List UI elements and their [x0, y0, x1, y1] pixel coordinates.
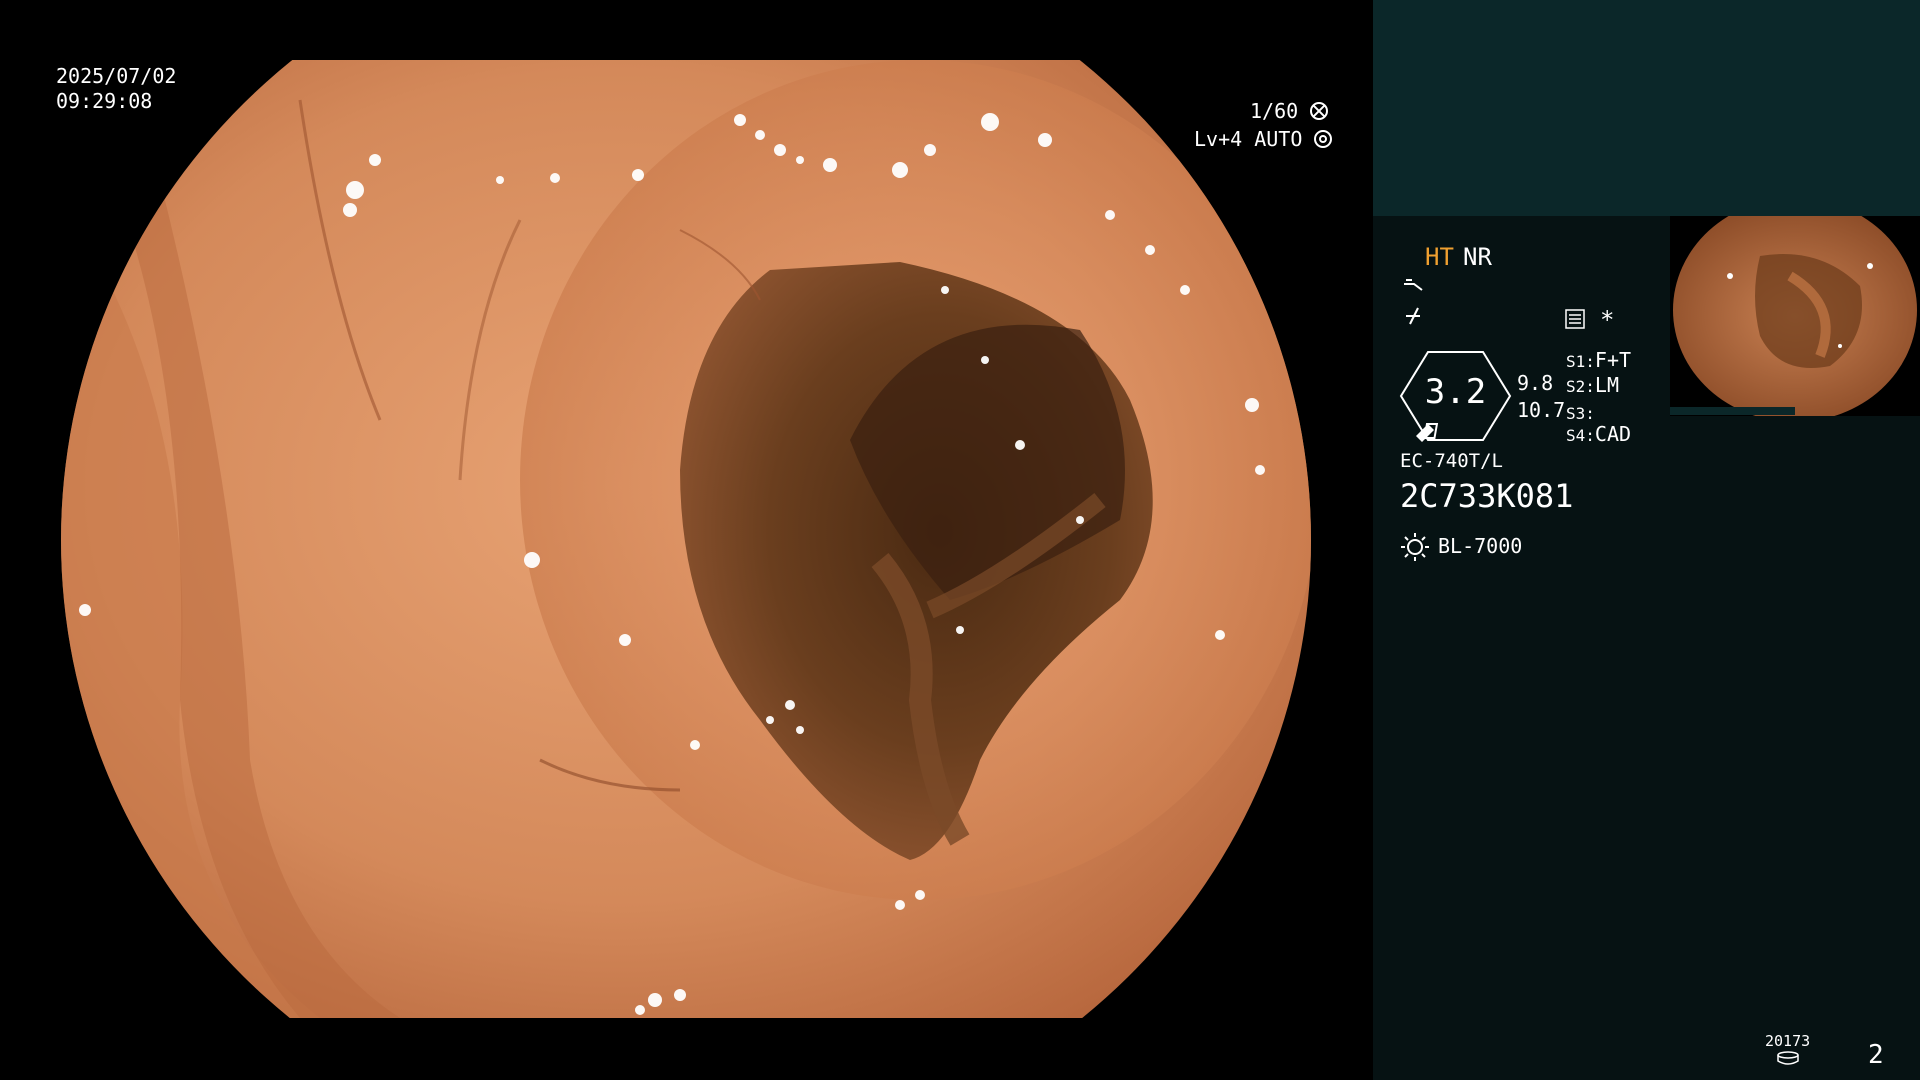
exposure-mode: AUTO [1254, 127, 1303, 151]
s2-value: LM [1594, 373, 1619, 397]
shutter-icon [1310, 102, 1329, 120]
thumbnail-preview[interactable] [1670, 216, 1920, 416]
value-lower: 10.7 [1517, 398, 1566, 422]
s1-label: S1: [1566, 352, 1595, 371]
s4-row: S4:CAD [1566, 422, 1631, 446]
shutter-speed: 1/60 [1250, 99, 1329, 123]
overlay-time: 09:29:08 [56, 89, 153, 113]
endoscope-view [0, 0, 1370, 1080]
thumbnail-bar [1670, 407, 1795, 415]
value-upper: 9.8 [1517, 371, 1554, 395]
settings-list-icon [1565, 309, 1585, 329]
s3-row: S3: [1566, 400, 1595, 424]
s3-label: S3: [1566, 404, 1595, 423]
light-source-icon [1400, 532, 1430, 562]
zoom-value: 3.2 [1424, 372, 1487, 412]
s2-label: S2: [1566, 377, 1595, 396]
info-panel-header [1373, 0, 1920, 216]
s4-value: CAD [1594, 422, 1632, 446]
endoscope-image [61, 60, 1311, 1018]
s1-row: S1:F+T [1566, 348, 1631, 372]
auto-exposure-icon [1314, 130, 1333, 148]
s2-row: S2:LM [1566, 373, 1619, 397]
nr-indicator: NR [1463, 243, 1492, 271]
shutter-speed-value: 1/60 [1250, 99, 1299, 123]
flex-icon [1402, 306, 1426, 326]
storage-icon [1776, 1050, 1800, 1065]
scope-tip-icon [1402, 278, 1426, 296]
scope-serial: 2C733K081 [1400, 477, 1574, 515]
thumbnail-image [1673, 216, 1917, 416]
asterisk-indicator: * [1600, 306, 1615, 334]
s1-value: F+T [1594, 348, 1632, 372]
exposure-level: Lv+4 AUTO [1194, 127, 1333, 151]
scope-model: EC-740T/L [1400, 450, 1503, 472]
exposure-level-value: Lv+4 [1194, 127, 1243, 151]
storage-counter: 20173 [1765, 1032, 1811, 1050]
page-number: 2 [1868, 1040, 1884, 1070]
zoom-indicator: 3.2 [1398, 350, 1513, 442]
light-source-model: BL-7000 [1438, 534, 1523, 558]
s4-label: S4: [1566, 426, 1595, 445]
ht-indicator: HT [1425, 243, 1454, 271]
overlay-date: 2025/07/02 [56, 64, 177, 88]
